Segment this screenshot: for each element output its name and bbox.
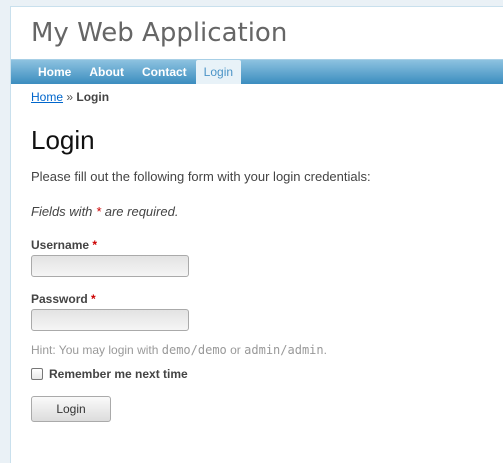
- page-title: Login: [31, 125, 95, 155]
- breadcrumb: Home » Login: [31, 90, 109, 104]
- password-input[interactable]: [31, 309, 189, 331]
- hint-suffix: .: [323, 343, 327, 357]
- password-label: Password *: [31, 292, 96, 306]
- page-container: My Web Application Home About Contact Lo…: [10, 6, 503, 463]
- form-intro-text: Please fill out the following form with …: [31, 169, 371, 184]
- password-required-mark: *: [91, 292, 96, 306]
- remember-me-row: Remember me next time: [31, 367, 188, 381]
- password-label-text: Password: [31, 292, 88, 306]
- required-fields-note: Fields with * are required.: [31, 204, 178, 219]
- menu-item-about: About: [80, 60, 133, 84]
- menu-link-login[interactable]: Login: [195, 60, 242, 84]
- menu-item-contact: Contact: [133, 60, 196, 84]
- header: My Web Application: [11, 7, 503, 59]
- hint-admin-credentials: admin/admin: [244, 343, 324, 357]
- menu-link-home[interactable]: Home: [29, 60, 80, 84]
- hint-or: or: [230, 343, 241, 357]
- username-required-mark: *: [92, 238, 98, 252]
- breadcrumb-home-link[interactable]: Home: [31, 90, 63, 104]
- remember-me-checkbox[interactable]: [31, 368, 43, 380]
- username-label: Username *: [31, 238, 97, 252]
- note-prefix: Fields with: [31, 204, 93, 219]
- main-menu: Home About Contact Login: [11, 59, 503, 84]
- breadcrumb-current: Login: [76, 90, 110, 104]
- breadcrumb-separator: »: [66, 90, 74, 104]
- username-label-text: Username: [31, 238, 90, 252]
- menu-link-contact[interactable]: Contact: [133, 60, 196, 84]
- menu-link-about[interactable]: About: [80, 60, 133, 84]
- hint-prefix: Hint: You may login with: [31, 343, 159, 357]
- required-star: *: [96, 204, 102, 219]
- menu-item-home: Home: [29, 60, 80, 84]
- username-input[interactable]: [31, 255, 189, 277]
- login-button[interactable]: Login: [31, 396, 111, 422]
- note-suffix: are required.: [104, 204, 179, 219]
- hint-demo-credentials: demo/demo: [161, 343, 227, 357]
- app-title: My Web Application: [31, 18, 288, 48]
- menu-item-login: Login: [195, 60, 242, 84]
- login-hint: Hint: You may login with demo/demo or ad…: [31, 343, 327, 357]
- remember-me-label[interactable]: Remember me next time: [49, 367, 188, 381]
